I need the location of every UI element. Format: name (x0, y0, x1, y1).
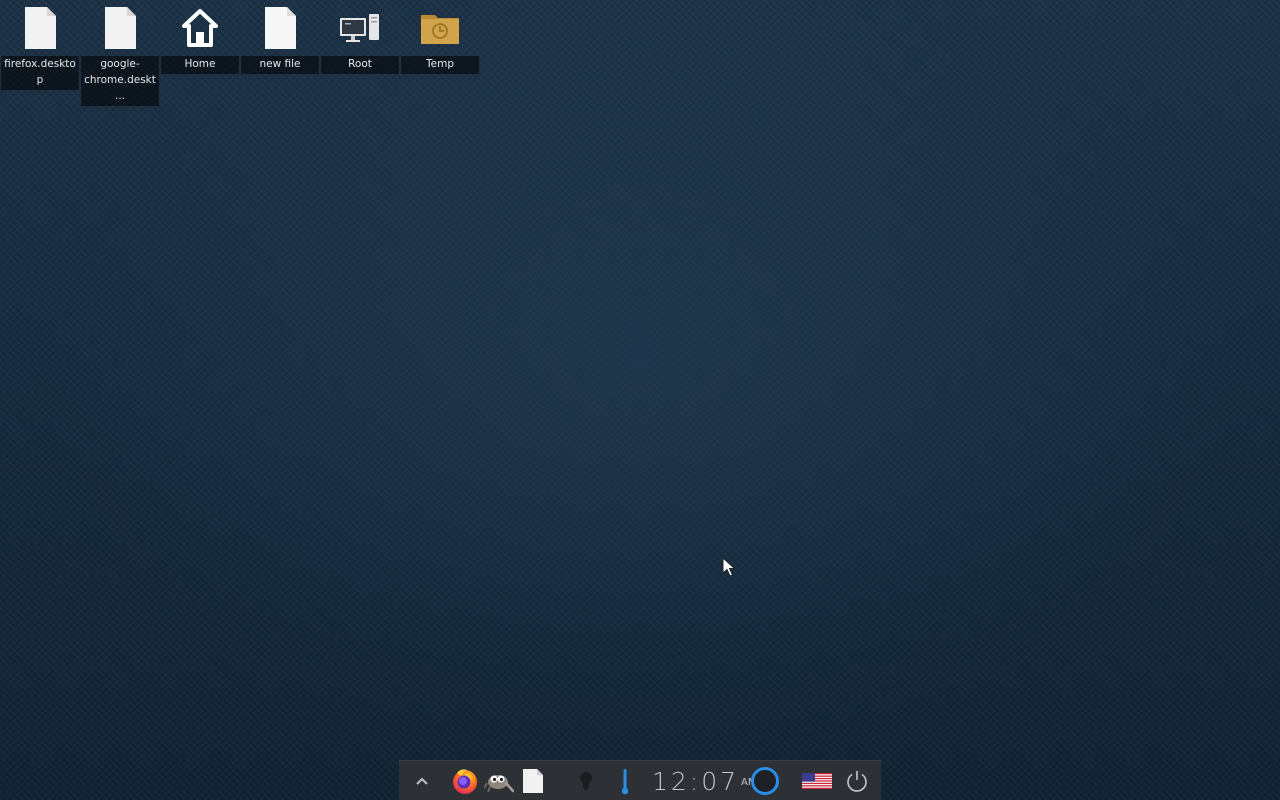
lightbulb-icon (580, 772, 592, 790)
temperature-indicator[interactable] (613, 761, 637, 800)
show-hidden-tray-button[interactable] (411, 761, 433, 800)
thermometer-icon (621, 769, 629, 795)
ring-icon (751, 767, 779, 795)
document-icon (1, 0, 79, 56)
home-icon (161, 0, 239, 56)
us-flag-icon (802, 773, 832, 789)
document-icon (523, 769, 543, 793)
desktop-item-label: Home (161, 56, 239, 74)
desktop-item-label: firefox.desktop (1, 56, 79, 90)
desktop-item-label: google-chrome.deskt... (81, 56, 159, 106)
gimp-launcher[interactable] (483, 761, 515, 800)
firefox-icon (453, 769, 477, 794)
power-button[interactable] (843, 761, 871, 800)
document-icon (81, 0, 159, 56)
gimp-icon (484, 775, 514, 793)
clock[interactable]: 12:07 AM (652, 761, 757, 800)
desktop[interactable]: firefox.desktop google-chrome.deskt... H… (0, 0, 1280, 800)
document-icon (241, 0, 319, 56)
clock-time: 12:07 (652, 766, 740, 796)
desktop-item-label: Root (321, 56, 399, 74)
text-editor-launcher[interactable] (517, 761, 549, 800)
power-icon (847, 771, 867, 792)
taskbar-panel: 12:07 AM (399, 760, 881, 800)
desktop-item-new-file[interactable]: new file (241, 0, 319, 74)
desktop-item-label: new file (241, 56, 319, 74)
keyboard-layout-indicator[interactable] (799, 761, 835, 800)
folder-clock-icon (401, 0, 479, 56)
desktop-item-google-chrome-desktop[interactable]: google-chrome.deskt... (81, 0, 159, 106)
chevron-up-icon (416, 777, 428, 785)
desktop-item-label: Temp (401, 56, 479, 74)
mouse-pointer-icon (722, 557, 736, 577)
firefox-launcher[interactable] (449, 761, 481, 800)
desktop-item-firefox-desktop[interactable]: firefox.desktop (1, 0, 79, 90)
computer-icon (321, 0, 399, 56)
notifications-indicator[interactable] (573, 761, 599, 800)
desktop-item-root[interactable]: Root (321, 0, 399, 74)
desktop-item-temp[interactable]: Temp (401, 0, 479, 74)
activity-indicator[interactable] (749, 761, 781, 800)
desktop-item-home[interactable]: Home (161, 0, 239, 74)
